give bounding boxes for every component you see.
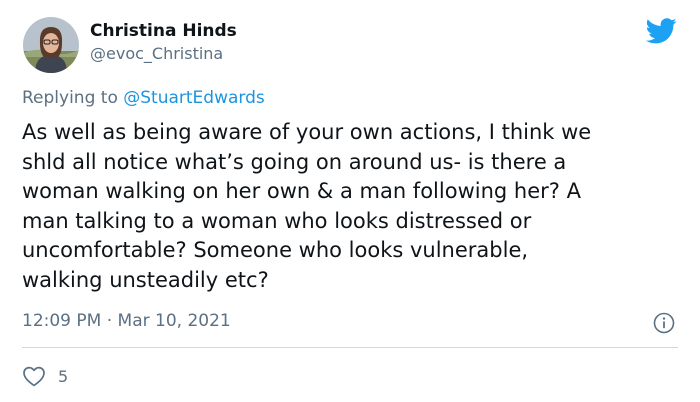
author-handle[interactable]: @evoc_Christina: [90, 43, 237, 65]
reply-context: Replying to @StuartEdwards: [22, 86, 265, 110]
info-icon[interactable]: [652, 311, 676, 335]
timestamp-separator: ·: [101, 311, 118, 331]
tweet-time[interactable]: 12:09 PM: [22, 311, 101, 331]
author-name[interactable]: Christina Hinds: [90, 19, 237, 43]
like-count: 5: [58, 366, 69, 386]
reply-mention-link[interactable]: @StuartEdwards: [123, 88, 265, 108]
reply-prefix: Replying to: [22, 88, 124, 108]
tweet-date[interactable]: Mar 10, 2021: [118, 311, 231, 331]
divider: [22, 347, 678, 348]
heart-icon[interactable]: [22, 365, 46, 387]
author-info[interactable]: Christina Hinds @evoc_Christina: [90, 19, 237, 65]
tweet-text: As well as being aware of your own actio…: [22, 120, 592, 292]
twitter-bird-icon[interactable]: [645, 18, 677, 44]
avatar[interactable]: [23, 17, 79, 73]
like-button[interactable]: 5: [22, 363, 68, 389]
tweet-timestamp[interactable]: 12:09 PM · Mar 10, 2021: [22, 309, 231, 333]
